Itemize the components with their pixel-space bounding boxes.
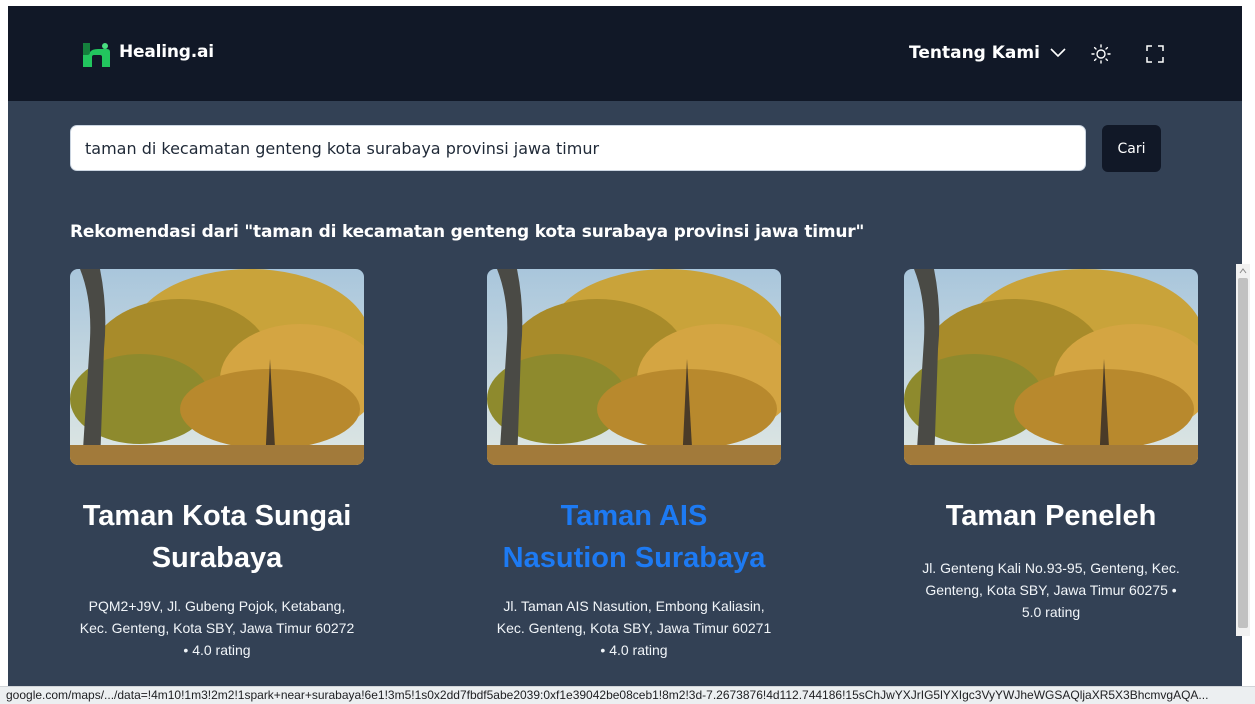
address-line2: Genteng, Kota SBY, Jawa Timur 60275 • bbox=[925, 582, 1177, 598]
place-title-line1: Taman Kota Sungai bbox=[82, 500, 352, 532]
link-status-bar: google.com/maps/.../data=!4m10!1m3!2m2!1… bbox=[0, 686, 1255, 704]
navbar: Healing.ai Tentang Kami bbox=[8, 6, 1242, 101]
address-line2: Kec. Genteng, Kota SBY, Jawa Timur 60271 bbox=[496, 620, 772, 636]
about-menu-label: Tentang Kami bbox=[909, 43, 1040, 63]
place-title-line2: Surabaya bbox=[151, 542, 283, 574]
address-line1: Jl. Genteng Kali No.93-95, Genteng, Kec. bbox=[922, 560, 1180, 576]
app-window: Healing.ai Tentang Kami Cari bbox=[8, 6, 1242, 686]
place-address: PQM2+J9V, Jl. Gubeng Pojok, Ketabang, Ke… bbox=[70, 595, 364, 661]
result-card[interactable]: Taman Peneleh Jl. Genteng Kali No.93-95,… bbox=[904, 269, 1198, 623]
place-photo[interactable] bbox=[904, 269, 1198, 465]
place-title[interactable]: Taman Peneleh bbox=[904, 495, 1198, 537]
brand-name[interactable]: Healing.ai bbox=[119, 42, 214, 62]
address-line1: Jl. Taman AIS Nasution, Embong Kaliasin, bbox=[503, 598, 765, 614]
place-address: Jl. Genteng Kali No.93-95, Genteng, Kec.… bbox=[904, 557, 1198, 623]
place-title[interactable]: Taman AIS Nasution Surabaya bbox=[487, 495, 781, 579]
address-line1: PQM2+J9V, Jl. Gubeng Pojok, Ketabang, bbox=[88, 598, 346, 614]
place-address: Jl. Taman AIS Nasution, Embong Kaliasin,… bbox=[487, 595, 781, 661]
fullscreen-icon[interactable] bbox=[1145, 44, 1165, 64]
recommendation-heading: Rekomendasi dari "taman di kecamatan gen… bbox=[70, 222, 865, 242]
place-photo[interactable] bbox=[70, 269, 364, 465]
address-line2: Kec. Genteng, Kota SBY, Jawa Timur 60272 bbox=[79, 620, 355, 636]
result-card[interactable]: Taman AIS Nasution Surabaya Jl. Taman AI… bbox=[487, 269, 781, 661]
scrollbar-thumb[interactable] bbox=[1238, 278, 1248, 628]
about-menu-dropdown[interactable]: Tentang Kami bbox=[909, 43, 1066, 63]
address-line3: • 4.0 rating bbox=[183, 642, 251, 658]
search-input[interactable] bbox=[70, 125, 1086, 171]
place-title-line1: Taman AIS bbox=[560, 500, 708, 532]
vertical-scrollbar[interactable] bbox=[1236, 264, 1250, 636]
place-title[interactable]: Taman Kota Sungai Surabaya bbox=[70, 495, 364, 579]
healing-logo-icon[interactable] bbox=[81, 41, 111, 69]
search-button[interactable]: Cari bbox=[1102, 125, 1161, 172]
address-line3: • 4.0 rating bbox=[600, 642, 668, 658]
scroll-up-arrow-icon[interactable] bbox=[1239, 268, 1247, 274]
place-title-line2: Nasution Surabaya bbox=[502, 542, 766, 574]
result-card[interactable]: Taman Kota Sungai Surabaya PQM2+J9V, Jl.… bbox=[70, 269, 364, 661]
place-photo[interactable] bbox=[487, 269, 781, 465]
theme-toggle-sun-icon[interactable] bbox=[1091, 44, 1111, 64]
address-line3: 5.0 rating bbox=[1021, 604, 1081, 620]
chevron-down-icon bbox=[1050, 48, 1066, 58]
